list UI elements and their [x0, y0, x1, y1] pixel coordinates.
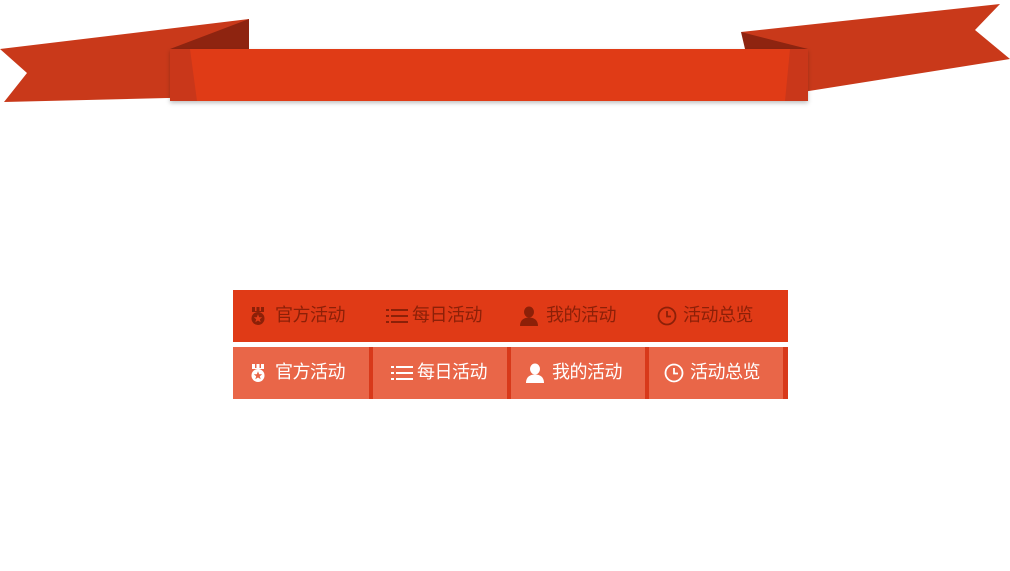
clock-icon	[664, 363, 684, 383]
medal-icon	[249, 363, 267, 383]
tab-label: 活动总览	[690, 362, 761, 383]
activity-nav-hover: 官方活动 每日活动 我的活动 活动总览	[233, 347, 788, 399]
tab-label: 每日活动	[412, 305, 483, 326]
tab-official-activities[interactable]: 官方活动	[233, 290, 368, 342]
tab-my-activities[interactable]: 我的活动	[505, 290, 642, 342]
clock-icon	[657, 306, 677, 326]
tab-my-activities[interactable]: 我的活动	[511, 347, 645, 399]
tab-label: 官方活动	[275, 305, 346, 326]
activity-nav-normal: 官方活动 每日活动 我的活动 活动总览	[233, 290, 788, 342]
tab-activity-overview[interactable]: 活动总览	[642, 290, 780, 342]
tab-official-activities[interactable]: 官方活动	[233, 347, 369, 399]
medal-icon	[249, 306, 267, 326]
user-icon	[520, 306, 538, 326]
tab-label: 我的活动	[546, 305, 617, 326]
list-icon	[386, 306, 408, 326]
ribbon-banner	[0, 4, 1010, 102]
list-icon	[391, 363, 413, 383]
tab-activity-overview[interactable]: 活动总览	[649, 347, 783, 399]
tab-daily-activities[interactable]: 每日活动	[368, 290, 505, 342]
tab-daily-activities[interactable]: 每日活动	[373, 347, 507, 399]
tab-label: 官方活动	[275, 362, 346, 383]
tab-label: 活动总览	[683, 305, 754, 326]
user-icon	[526, 363, 544, 383]
ribbon-main-band	[170, 49, 808, 101]
tab-label: 每日活动	[417, 362, 488, 383]
tab-label: 我的活动	[552, 362, 623, 383]
